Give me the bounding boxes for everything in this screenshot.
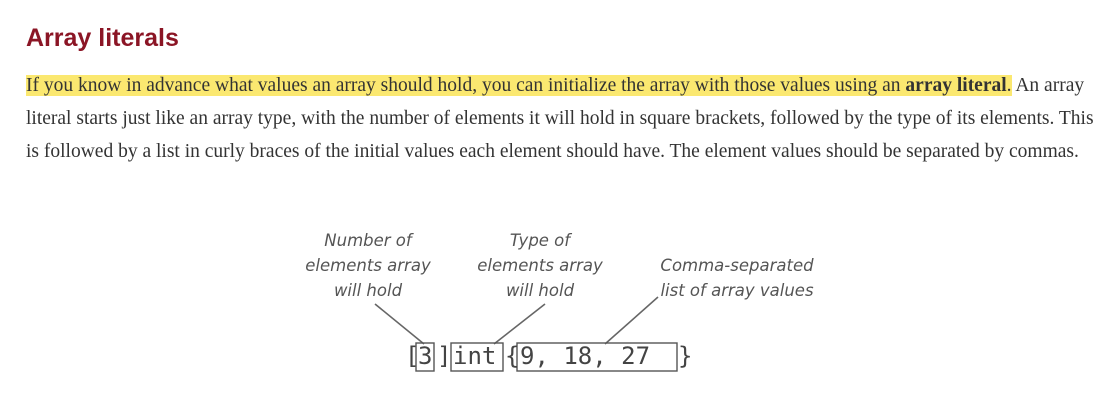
pointer-type (493, 303, 546, 345)
callout-count: Number of elements array will hold (305, 231, 431, 300)
code-open-brace: { (505, 342, 519, 370)
callout-count-line-2: elements array (305, 256, 431, 275)
callout-count-line-1: Number of (324, 231, 414, 250)
callout-type: Type of elements array will hold (477, 231, 603, 300)
callout-values-line-2: list of array values (660, 281, 813, 300)
code-type: int (453, 342, 496, 370)
code-count: 3 (418, 342, 432, 370)
code-values: 9, 18, 27 (520, 342, 650, 370)
pointer-count (374, 303, 425, 345)
code-close-brace: } (678, 342, 692, 370)
callout-type-line-3: will hold (506, 281, 575, 300)
code-close-bracket: ] (437, 342, 451, 370)
array-literal-diagram: Number of elements array will hold Type … (305, 231, 814, 372)
callout-type-line-2: elements array (477, 256, 603, 275)
callout-values: Comma-separated list of array values (660, 256, 814, 300)
pointer-values (604, 296, 659, 345)
callout-count-line-3: will hold (334, 281, 403, 300)
callout-values-line-1: Comma-separated (660, 256, 814, 275)
callout-type-line-1: Type of (510, 231, 572, 250)
